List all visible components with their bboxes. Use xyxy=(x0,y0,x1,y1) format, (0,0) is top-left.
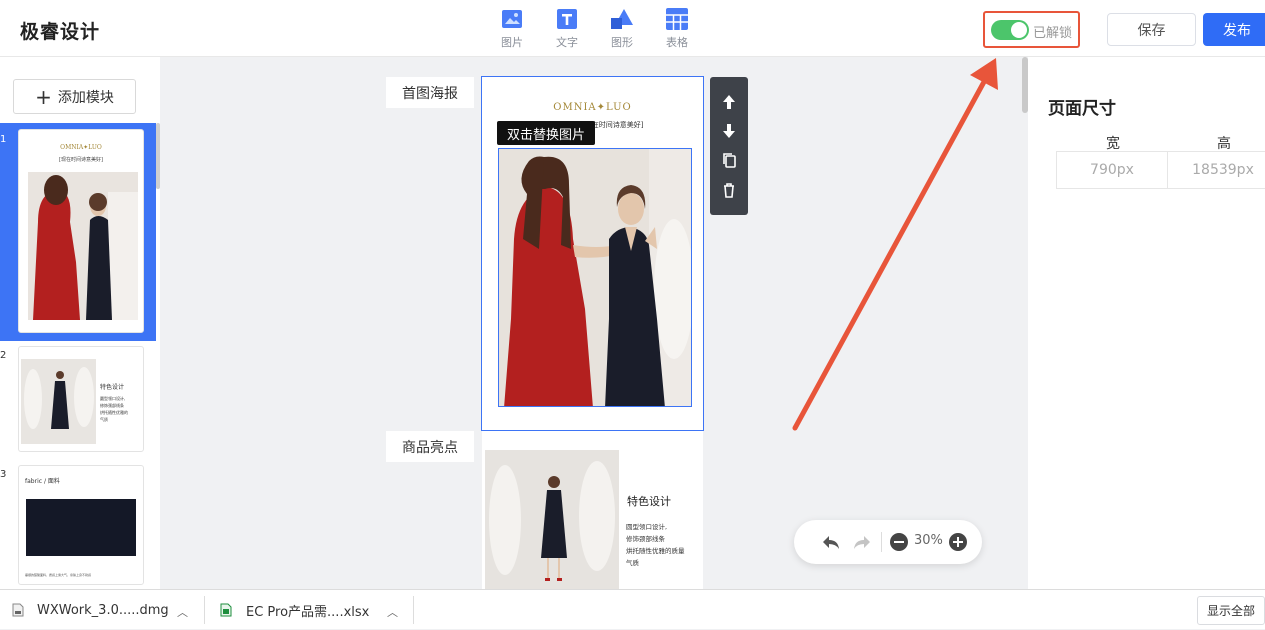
spreadsheet-icon xyxy=(220,603,232,617)
move-down-icon[interactable] xyxy=(720,122,738,140)
width-label: 宽 xyxy=(1106,136,1120,152)
top-bar: 极睿设计 图片 文字 图形 表格 已解锁 保存 发布 xyxy=(0,0,1265,57)
thumb-number: 2 xyxy=(0,350,7,361)
replace-image-tooltip: 双击替换图片 xyxy=(497,121,596,145)
height-label: 高 xyxy=(1217,136,1231,152)
feature-line: 圆型领口设计, xyxy=(626,523,668,531)
lock-status-label: 已解锁 xyxy=(1033,26,1073,41)
show-all-button[interactable]: 显示全部 xyxy=(1197,596,1265,625)
thumb-feature-line: 气质 xyxy=(100,417,108,422)
shape-icon xyxy=(611,9,633,29)
module-action-toolbar xyxy=(710,77,748,215)
section-label-highlights[interactable]: 商品亮点 xyxy=(386,431,474,462)
zoom-out-icon[interactable] xyxy=(890,533,908,551)
shape-tool-button[interactable]: 图形 xyxy=(602,8,642,50)
add-module-button[interactable]: + 添加模块 xyxy=(13,79,136,114)
download-item-2[interactable]: EC Pro产品需....xlsx xyxy=(220,590,369,630)
zoom-level: 30% xyxy=(914,533,943,548)
thumb-number: 1 xyxy=(0,134,7,145)
table-tool-button[interactable]: 表格 xyxy=(657,8,697,50)
download-filename: WXWork_3.0.....dmg xyxy=(37,602,169,618)
download-item-1[interactable]: WXWork_3.0.....dmg xyxy=(12,590,169,630)
add-module-label: 添加模块 xyxy=(57,89,114,106)
module-thumb-2[interactable]: 特色设计 圆型领口设计, 修饰颈部线条 烘托随性优雅的 气质 xyxy=(18,346,144,452)
highlight-photo[interactable] xyxy=(485,450,619,589)
text-tool-label: 文字 xyxy=(556,36,578,49)
thumb-fabric-title: fabric / 面料 xyxy=(25,478,60,485)
thumb-subtitle: [现在时间诗意美好] xyxy=(59,157,103,163)
text-tool-button[interactable]: 文字 xyxy=(547,8,587,50)
download-filename: EC Pro产品需....xlsx xyxy=(246,604,370,620)
delete-icon[interactable] xyxy=(720,181,738,199)
feature-line: 烘托随性优雅的质量 xyxy=(626,547,685,555)
image-icon xyxy=(502,10,522,28)
chevron-up-icon[interactable]: ︿ xyxy=(387,604,398,620)
poster-photo-image xyxy=(499,149,691,406)
thumb-number: 3 xyxy=(0,469,7,480)
shape-tool-label: 图形 xyxy=(611,36,633,49)
save-button[interactable]: 保存 xyxy=(1107,13,1196,46)
thumb-photo xyxy=(28,172,138,320)
highlight-photo-image xyxy=(485,450,619,589)
feature-line: 气质 xyxy=(626,559,639,567)
module-thumb-3[interactable]: fabric / 面料 垂顺的醋酸面料，质感上乘大气，亲肤上身不勒感 xyxy=(18,465,144,585)
chevron-up-icon[interactable]: ︿ xyxy=(177,604,188,620)
thumb-feature-line: 修饰颈部线条 xyxy=(100,403,124,408)
redo-icon[interactable] xyxy=(852,532,872,552)
file-icon xyxy=(12,603,24,617)
feature-line: 修饰颈部线条 xyxy=(626,535,665,543)
table-icon xyxy=(666,8,688,30)
page-width-field[interactable]: 790px xyxy=(1056,151,1168,189)
image-tool-label: 图片 xyxy=(501,36,523,49)
thumb-feature-line: 烘托随性优雅的 xyxy=(100,410,128,415)
poster-photo[interactable] xyxy=(498,148,692,407)
publish-button[interactable]: 发布 xyxy=(1203,13,1265,46)
undo-icon[interactable] xyxy=(821,532,841,552)
copy-icon[interactable] xyxy=(720,151,738,169)
thumb-brand: OMNIA✦LUO xyxy=(60,144,102,151)
zoom-controls: 30% xyxy=(794,520,982,564)
thumb-fabric-swatch xyxy=(26,499,136,556)
text-icon xyxy=(557,9,577,29)
lock-toggle-group: 已解锁 xyxy=(983,11,1080,48)
image-tool-button[interactable]: 图片 xyxy=(492,8,532,50)
table-tool-label: 表格 xyxy=(666,36,688,49)
lock-toggle[interactable] xyxy=(991,20,1029,40)
design-canvas: 首图海报 商品亮点 OMNIA✦LUO [现在时间诗意美好] 双击替换图片 特色… xyxy=(160,57,1026,589)
app-logo: 极睿设计 xyxy=(20,21,101,43)
divider xyxy=(881,532,882,552)
plus-icon: + xyxy=(35,84,52,109)
thumb-feature-line: 圆型领口设计, xyxy=(100,396,126,401)
divider xyxy=(204,596,205,624)
page-size-title: 页面尺寸 xyxy=(1048,99,1116,119)
move-up-icon[interactable] xyxy=(720,93,738,111)
thumb-photo xyxy=(21,359,96,444)
page-height-field[interactable]: 18539px xyxy=(1167,151,1265,189)
feature-title: 特色设计 xyxy=(627,495,671,508)
zoom-in-icon[interactable] xyxy=(949,533,967,551)
divider xyxy=(413,596,414,624)
section-label-poster[interactable]: 首图海报 xyxy=(386,77,474,108)
module-thumb-1[interactable]: OMNIA✦LUO [现在时间诗意美好] xyxy=(18,129,144,333)
properties-panel: 页面尺寸 宽 高 790px 18539px xyxy=(1028,57,1265,589)
thumb-feature-title: 特色设计 xyxy=(100,384,125,391)
thumb-fabric-caption: 垂顺的醋酸面料，质感上乘大气，亲肤上身不勒感 xyxy=(25,573,92,577)
download-bar: WXWork_3.0.....dmg ︿ EC Pro产品需....xlsx ︿… xyxy=(0,589,1265,629)
module-sidebar: + 添加模块 1 OMNIA✦LUO [现在时间诗意美好] 2 特色设计 圆型领… xyxy=(0,57,160,589)
